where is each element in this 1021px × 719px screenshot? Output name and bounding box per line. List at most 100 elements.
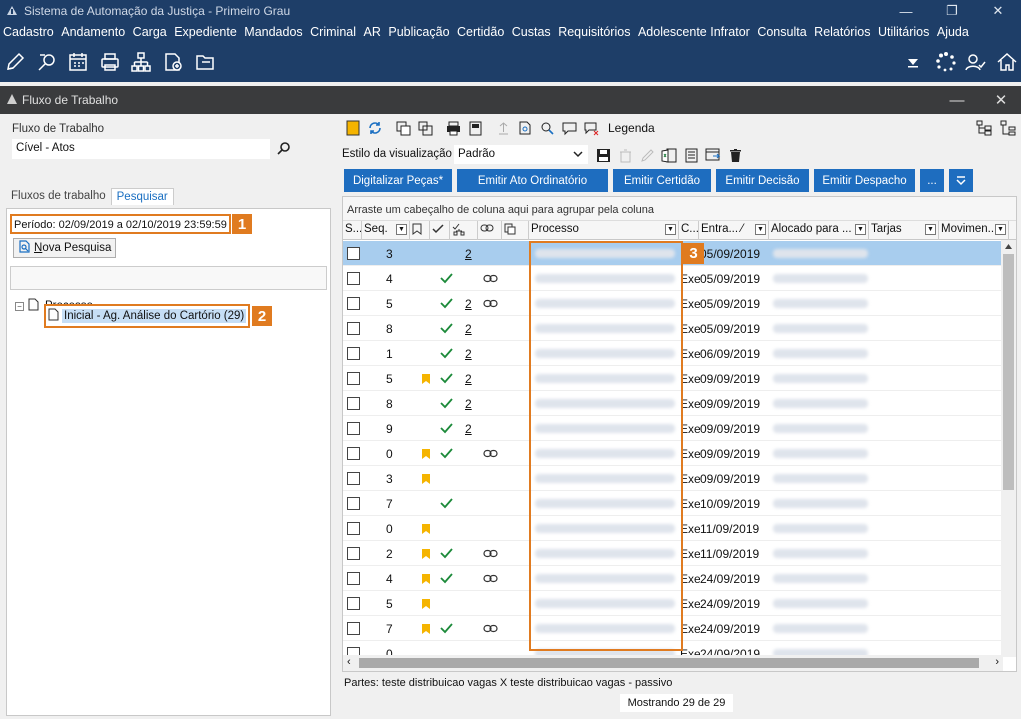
list-view-icon[interactable] (1000, 120, 1016, 139)
column-header-flag[interactable] (410, 221, 430, 240)
row-checkbox[interactable] (347, 547, 360, 560)
menu-item-requisitórios[interactable]: Requisitórios (558, 25, 630, 39)
user-search-icon[interactable] (538, 119, 556, 137)
horizontal-scrollbar[interactable]: ‹ › (343, 655, 1003, 671)
column-header-s[interactable]: S... (343, 221, 362, 240)
close-button[interactable]: ✕ (975, 0, 1021, 22)
legenda-label[interactable]: Legenda (608, 121, 655, 135)
row-count-link[interactable]: 2 (465, 341, 472, 366)
row-checkbox[interactable] (347, 422, 360, 435)
row-checkbox[interactable] (347, 347, 360, 360)
column-header-seq[interactable]: Seq. ▼ (362, 221, 410, 240)
export-icon[interactable] (466, 119, 484, 137)
menu-item-custas[interactable]: Custas (512, 25, 551, 39)
scroll-right-icon[interactable]: › (995, 656, 999, 668)
menu-item-criminal[interactable]: Criminal (310, 25, 356, 39)
estilo-select[interactable]: Padrão (454, 145, 588, 164)
column-header-tarjas[interactable]: Tarjas ▼ (869, 221, 939, 240)
emitir-certidao-button[interactable]: Emitir Certidão (613, 169, 711, 192)
folder-icon[interactable] (194, 51, 216, 73)
emitir-decisao-button[interactable]: Emitir Decisão (716, 169, 809, 192)
restore-button[interactable]: ❐ (929, 0, 975, 22)
menu-item-publicação[interactable]: Publicação (388, 25, 449, 39)
vertical-scroll-thumb[interactable] (1003, 254, 1014, 490)
row-checkbox[interactable] (347, 522, 360, 535)
row-count-link[interactable]: 2 (465, 291, 472, 316)
menu-item-andamento[interactable]: Andamento (61, 25, 125, 39)
duplicate-icon[interactable] (416, 119, 434, 137)
search-doc-icon[interactable] (516, 119, 534, 137)
row-checkbox[interactable] (347, 322, 360, 335)
excel-icon[interactable] (660, 146, 678, 164)
menu-item-relatórios[interactable]: Relatórios (814, 25, 870, 39)
nova-pesquisa-button[interactable]: Nova Pesquisa (13, 238, 117, 258)
calendar-icon[interactable] (67, 51, 89, 73)
subwindow-minimize-button[interactable]: — (937, 86, 977, 114)
link-icon[interactable] (483, 291, 498, 316)
row-count-link[interactable]: 2 (465, 416, 472, 441)
emitir-despacho-button[interactable]: Emitir Despacho (814, 169, 915, 192)
link-icon[interactable] (483, 566, 498, 591)
delete-comment-icon[interactable] (582, 119, 600, 137)
tab-fluxos-de-trabalho[interactable]: Fluxos de trabalho (6, 188, 111, 205)
link-icon[interactable] (483, 441, 498, 466)
row-checkbox[interactable] (347, 247, 360, 260)
menu-item-cadastro[interactable]: Cadastro (3, 25, 54, 39)
row-checkbox[interactable] (347, 297, 360, 310)
row-checkbox[interactable] (347, 447, 360, 460)
row-checkbox[interactable] (347, 572, 360, 585)
column-header-processo[interactable]: Processo ▼ (529, 221, 679, 240)
comment-icon[interactable] (560, 119, 578, 137)
menu-item-certidão[interactable]: Certidão (457, 25, 504, 39)
row-checkbox[interactable] (347, 597, 360, 610)
scroll-left-icon[interactable]: ‹ (347, 656, 351, 668)
link-icon[interactable] (483, 616, 498, 641)
fluxo-field[interactable]: Cível - Atos (12, 139, 270, 159)
menu-item-ajuda[interactable]: Ajuda (937, 25, 969, 39)
hierarchy-icon[interactable] (130, 51, 152, 73)
menu-item-utilitários[interactable]: Utilitários (878, 25, 929, 39)
collapse-icon[interactable]: − (15, 301, 24, 311)
save-icon[interactable] (594, 146, 612, 164)
users-icon[interactable] (965, 51, 987, 73)
row-checkbox[interactable] (347, 397, 360, 410)
column-header-entrada[interactable]: Entra... ⁄ ▼ (699, 221, 769, 240)
menu-item-carga[interactable]: Carga (133, 25, 167, 39)
column-header-movimento[interactable]: Movimen... ▼ (939, 221, 1009, 240)
search-document-icon[interactable] (36, 51, 58, 73)
search-icon[interactable] (277, 141, 291, 158)
row-count-link[interactable]: 2 (465, 366, 472, 391)
bookmark-icon[interactable] (344, 119, 362, 137)
expand-actions-button[interactable] (949, 169, 973, 192)
row-checkbox[interactable] (347, 622, 360, 635)
print-icon[interactable] (444, 119, 462, 137)
refresh-icon[interactable] (366, 119, 384, 137)
column-header-check[interactable] (430, 221, 450, 240)
printer-icon[interactable] (99, 51, 121, 73)
column-header-alocado[interactable]: Alocado para ... ▼ (769, 221, 869, 240)
menu-item-ar[interactable]: AR (364, 25, 381, 39)
menu-item-consulta[interactable]: Consulta (757, 25, 806, 39)
row-checkbox[interactable] (347, 372, 360, 385)
row-count-link[interactable]: 2 (465, 391, 472, 416)
edit-icon[interactable] (4, 51, 26, 73)
menu-item-expediente[interactable]: Expediente (174, 25, 237, 39)
horizontal-scroll-thumb[interactable] (359, 658, 979, 668)
row-count-link[interactable]: 2 (465, 241, 472, 266)
column-header-copy[interactable] (502, 221, 529, 240)
row-checkbox[interactable] (347, 472, 360, 485)
add-document-icon[interactable] (162, 51, 184, 73)
emitir-ato-ordinatorio-button[interactable]: Emitir Ato Ordinatório (457, 169, 608, 192)
menu-item-adolescente-infrator[interactable]: Adolescente Infrator (638, 25, 750, 39)
subwindow-close-button[interactable]: ✕ (981, 86, 1021, 114)
row-checkbox[interactable] (347, 272, 360, 285)
link-icon[interactable] (483, 266, 498, 291)
column-header-tree[interactable] (450, 221, 478, 240)
column-header-link[interactable] (478, 221, 502, 240)
home-icon[interactable] (996, 51, 1018, 73)
tab-pesquisar[interactable]: Pesquisar (110, 188, 174, 205)
window-export-icon[interactable] (704, 146, 722, 164)
digitalizar-pecas-button[interactable]: Digitalizar Peças* (344, 169, 452, 192)
minimize-button[interactable]: — (883, 0, 929, 22)
copy-icon[interactable] (394, 119, 412, 137)
